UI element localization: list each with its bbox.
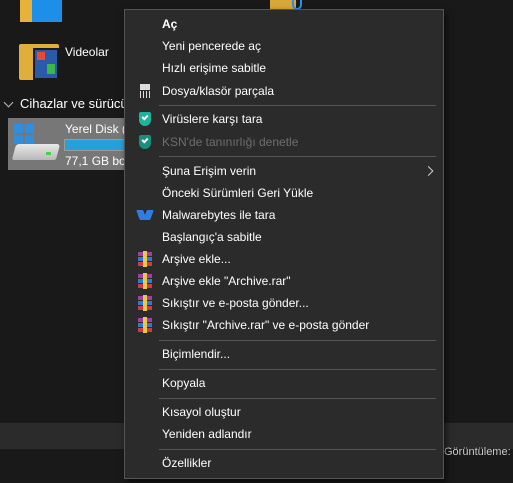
context-menu: Aç Yeni pencerede aç Hızlı erişime sabit… xyxy=(124,9,444,479)
devices-section-label: Cihazlar ve sürücü xyxy=(20,95,128,111)
menu-separator xyxy=(159,105,436,106)
menu-item-open-new-window[interactable]: Yeni pencerede aç xyxy=(126,35,442,57)
menu-item-shred[interactable]: Dosya/klasör parçala xyxy=(126,80,442,102)
menu-item-format[interactable]: Biçimlendir... xyxy=(126,343,442,365)
menu-item-label: Hızlı erişime sabitle xyxy=(162,61,267,75)
menu-item-open[interactable]: Aç xyxy=(126,13,442,35)
menu-item-label: Kopyala xyxy=(162,376,206,390)
menu-item-create-shortcut[interactable]: Kısayol oluştur xyxy=(126,401,442,423)
menu-item-label: Aç xyxy=(162,17,178,31)
menu-item-add-archive[interactable]: Arşive ekle... xyxy=(126,248,442,270)
menu-item-label: Dosya/klasör parçala xyxy=(162,84,275,98)
winrar-icon xyxy=(137,273,153,289)
menu-item-properties[interactable]: Özellikler xyxy=(126,452,442,474)
folder-icon[interactable] xyxy=(20,0,62,22)
menu-item-pin-quick-access[interactable]: Hızlı erişime sabitle xyxy=(126,57,442,79)
devices-section-header[interactable]: Cihazlar ve sürücü xyxy=(0,94,128,112)
drive-usage-fill xyxy=(65,140,126,150)
videos-folder-icon[interactable] xyxy=(19,38,61,82)
menu-item-pin-start[interactable]: Başlangıç'a sabitle xyxy=(126,226,442,248)
menu-item-label: KSN'de tanınırlığı denetle xyxy=(162,135,299,149)
shredder-icon xyxy=(137,83,153,99)
menu-item-add-archive-rar[interactable]: Arşive ekle "Archive.rar" xyxy=(126,270,442,292)
chevron-right-icon xyxy=(423,166,434,176)
menu-separator xyxy=(159,369,436,370)
menu-separator xyxy=(159,398,436,399)
view-mode-label[interactable]: Görüntüleme: xyxy=(444,446,511,458)
menu-item-scan-viruses[interactable]: Virüslere karşı tara xyxy=(126,108,442,130)
menu-item-label: Şuna Erişim verin xyxy=(162,164,257,178)
menu-item-label: Özellikler xyxy=(162,456,212,470)
menu-separator xyxy=(159,340,436,341)
menu-separator xyxy=(159,449,436,450)
menu-item-label: Yeniden adlandır xyxy=(162,427,252,441)
chevron-down-icon[interactable] xyxy=(2,96,16,110)
winrar-icon xyxy=(137,295,153,311)
hard-drive-icon xyxy=(11,124,61,164)
winrar-icon xyxy=(137,317,153,333)
menu-item-label: Sıkıştır "Archive.rar" ve e-posta gönder xyxy=(162,318,370,332)
drive-usage-bar xyxy=(64,139,132,151)
menu-item-rename[interactable]: Yeniden adlandır xyxy=(126,423,442,445)
menu-item-label: Başlangıç'a sabitle xyxy=(162,230,262,244)
menu-item-label: Arşive ekle... xyxy=(162,252,231,266)
malwarebytes-icon xyxy=(137,207,153,223)
drive-free-space: 77,1 GB boş xyxy=(65,154,132,168)
menu-item-restore-previous[interactable]: Önceki Sürümleri Geri Yükle xyxy=(126,182,442,204)
menu-item-give-access[interactable]: Şuna Erişim verin xyxy=(126,160,442,182)
menu-separator xyxy=(159,156,436,157)
menu-item-compress-email[interactable]: Sıkıştır ve e-posta gönder... xyxy=(126,292,442,314)
videos-folder-label[interactable]: Videolar xyxy=(65,45,109,59)
kaspersky-shield-icon xyxy=(137,134,153,150)
kaspersky-shield-icon xyxy=(137,111,153,127)
menu-item-label: Yeni pencerede aç xyxy=(162,39,261,53)
menu-item-label: Malwarebytes ile tara xyxy=(162,208,276,222)
menu-item-compress-rar-email[interactable]: Sıkıştır "Archive.rar" ve e-posta gönder xyxy=(126,314,442,336)
file-explorer-window: Videolar Cihazlar ve sürücü Yerel Disk (… xyxy=(0,0,513,483)
menu-item-label: Kısayol oluştur xyxy=(162,405,241,419)
winrar-icon xyxy=(137,251,153,267)
menu-item-label: Arşive ekle "Archive.rar" xyxy=(162,274,291,288)
menu-item-label: Önceki Sürümleri Geri Yükle xyxy=(162,186,314,200)
menu-item-copy[interactable]: Kopyala xyxy=(126,372,442,394)
menu-item-label: Sıkıştır ve e-posta gönder... xyxy=(162,296,309,310)
menu-item-label: Virüslere karşı tara xyxy=(162,112,263,126)
menu-item-malwarebytes-scan[interactable]: Malwarebytes ile tara xyxy=(126,204,442,226)
menu-item-ksn-check: KSN'de tanınırlığı denetle xyxy=(126,131,442,153)
menu-item-label: Biçimlendir... xyxy=(162,347,231,361)
local-disk-tile[interactable]: Yerel Disk (C 77,1 GB boş xyxy=(8,118,135,170)
